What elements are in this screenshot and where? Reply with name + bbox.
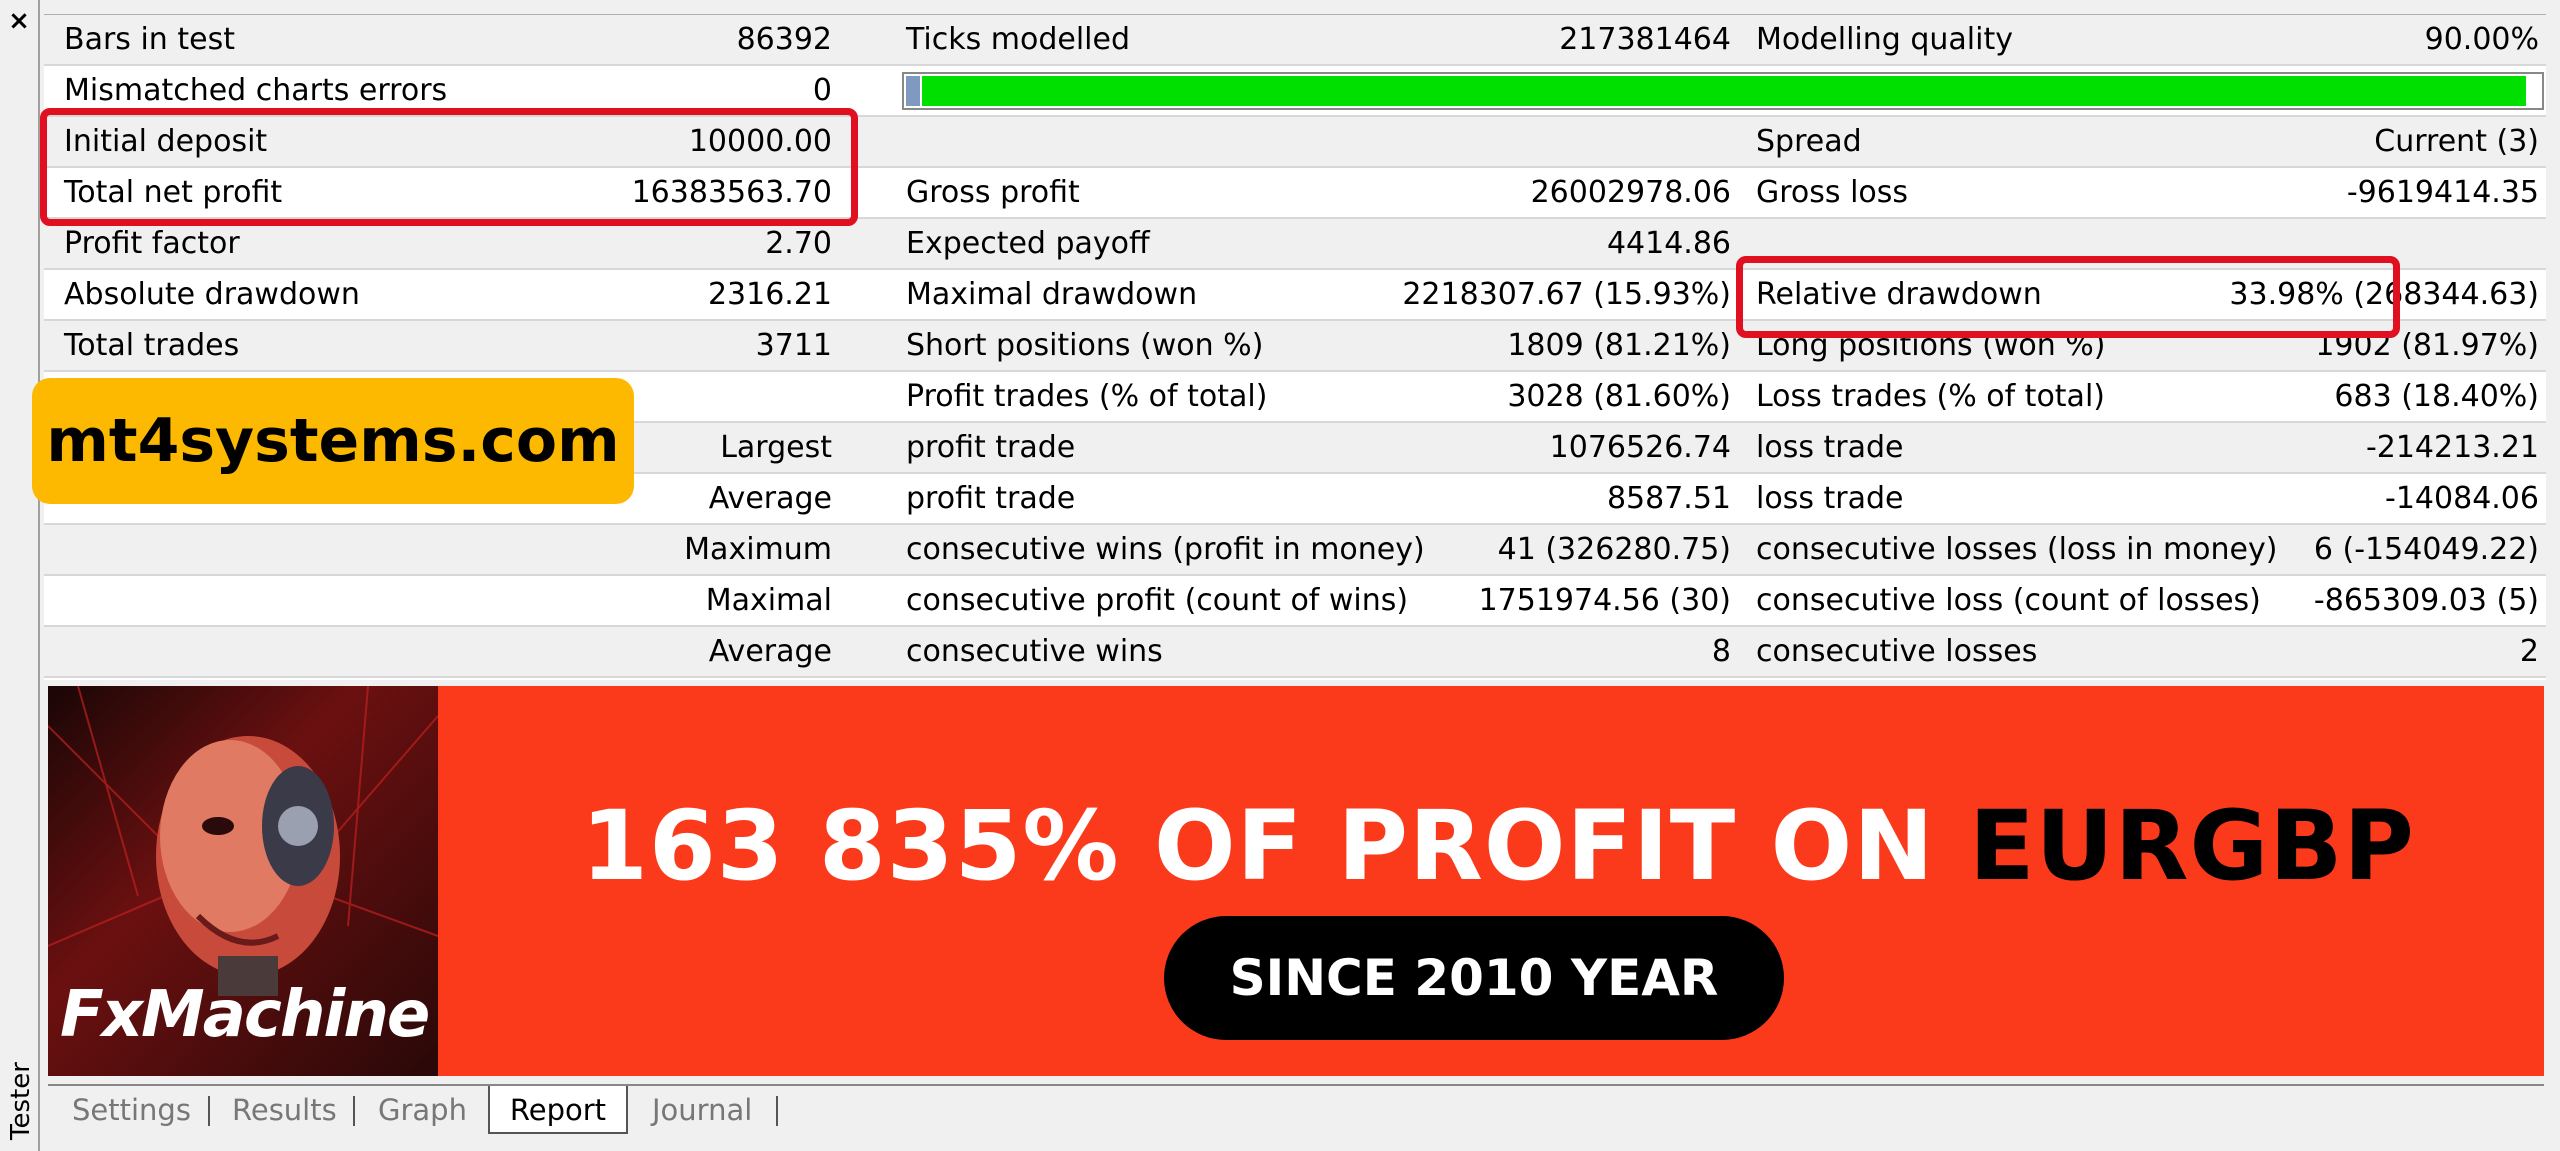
row-value-col1: Maximum	[684, 532, 832, 567]
promo-banner: FxMachine 163 835% OF PROFIT ON EURGBP S…	[48, 686, 2544, 1076]
headline-main: 163 835% OF PROFIT ON	[581, 790, 1935, 902]
tab-report[interactable]: Report	[488, 1086, 628, 1134]
watermark-badge: mt4systems.com	[32, 378, 634, 504]
row-value-col1: 86392	[736, 22, 832, 57]
highlight-relative-drawdown	[1736, 256, 2400, 338]
tab-separator	[353, 1096, 355, 1126]
banner-headline: 163 835% OF PROFIT ON EURGBP	[468, 786, 2528, 906]
row-label-col2: Maximal drawdown	[906, 277, 1198, 312]
report-row: Maximum consecutive wins (profit in money…	[44, 525, 2546, 576]
modelling-quality-bar	[902, 72, 2544, 110]
row-value-col2	[1376, 117, 1731, 166]
report-row: Bars in test 86392 Ticks modelled 217381464…	[44, 15, 2546, 66]
row-value-col2: 8587.51	[1606, 481, 1731, 516]
row-label-col2: Short positions (won %)	[906, 328, 1264, 363]
quality-bar-fill	[922, 76, 2526, 106]
tab-journal[interactable]: Journal	[652, 1086, 752, 1134]
row-value-col3: 683 (18.40%)	[2334, 379, 2539, 414]
tab-settings[interactable]: Settings	[72, 1086, 191, 1134]
row-value-col3: 6 (-154049.22)	[2313, 532, 2539, 567]
row-value-col2: 2218307.67 (15.93%)	[1402, 277, 1731, 312]
close-icon[interactable]: ×	[4, 6, 34, 36]
robot-logo-image: FxMachine	[48, 686, 438, 1076]
row-value-col3: 90.00%	[2424, 22, 2539, 57]
row-label-col1: Total trades	[64, 328, 240, 363]
row-value-col2: 4414.86	[1606, 226, 1731, 261]
row-value-col3: -14084.06	[2385, 481, 2539, 516]
quality-bar-start	[906, 76, 920, 106]
row-label-col2: consecutive wins	[906, 634, 1163, 669]
report-row: Average consecutive wins 8 consecutive loss…	[44, 627, 2546, 678]
tester-side-strip: × Tester	[0, 0, 40, 1151]
row-label-col2	[906, 117, 1376, 166]
row-value-col2: 8	[1711, 634, 1731, 669]
fxmachine-logo-text: FxMachine	[60, 978, 430, 1052]
tester-tab-bar: Settings Results Graph Report Journal	[48, 1084, 2544, 1136]
row-value-col2: 3028 (81.60%)	[1507, 379, 1731, 414]
row-value-col2: 41 (326280.75)	[1497, 532, 1731, 567]
row-label-col2: profit trade	[906, 481, 1076, 516]
since-year-pill: SINCE 2010 YEAR	[1164, 916, 1784, 1040]
row-value-col2: 217381464	[1559, 22, 1731, 57]
row-value-col1: 2316.21	[707, 277, 832, 312]
row-value-col2: 1076526.74	[1549, 430, 1731, 465]
row-label-col2: Profit trades (% of total)	[906, 379, 1268, 414]
row-value-col3: 2	[2519, 634, 2539, 669]
row-value-col1: 3711	[755, 328, 832, 363]
row-value-col3: -865309.03 (5)	[2313, 583, 2539, 618]
row-label-col2: consecutive wins (profit in money)	[906, 532, 1425, 567]
tab-separator	[208, 1096, 210, 1126]
row-value-col1: 2.70	[765, 226, 832, 261]
row-label-col2: Expected payoff	[906, 226, 1150, 261]
row-label-col1: Absolute drawdown	[64, 277, 360, 312]
row-label-col2: Ticks modelled	[906, 22, 1131, 57]
row-value-col2: 26002978.06	[1530, 175, 1731, 210]
row-value-col1: Average	[708, 634, 832, 669]
row-value-col3: Current (3)	[2374, 124, 2539, 159]
tab-results[interactable]: Results	[232, 1086, 337, 1134]
row-value-col3: -9619414.35	[2346, 175, 2539, 210]
row-label-col2: consecutive profit (count of wins)	[906, 583, 1409, 618]
report-row: Maximal consecutive profit (count of wins…	[44, 576, 2546, 627]
row-label-col1: Bars in test	[64, 22, 235, 57]
row-value-col2: 1751974.56 (30)	[1478, 583, 1731, 618]
headline-pair: EURGBP	[1969, 790, 2415, 902]
tab-graph[interactable]: Graph	[378, 1086, 467, 1134]
row-value-col2: 1809 (81.21%)	[1507, 328, 1731, 363]
row-value-col3: -214213.21	[2365, 430, 2539, 465]
row-label-col1: Profit factor	[64, 226, 240, 261]
tester-panel-label: Tester	[6, 1062, 36, 1140]
row-label-col2: Gross profit	[906, 175, 1080, 210]
highlight-deposit-profit	[40, 108, 858, 226]
row-value-col1: Maximal	[705, 583, 832, 618]
tab-separator	[776, 1096, 778, 1126]
row-label-col2: profit trade	[906, 430, 1076, 465]
